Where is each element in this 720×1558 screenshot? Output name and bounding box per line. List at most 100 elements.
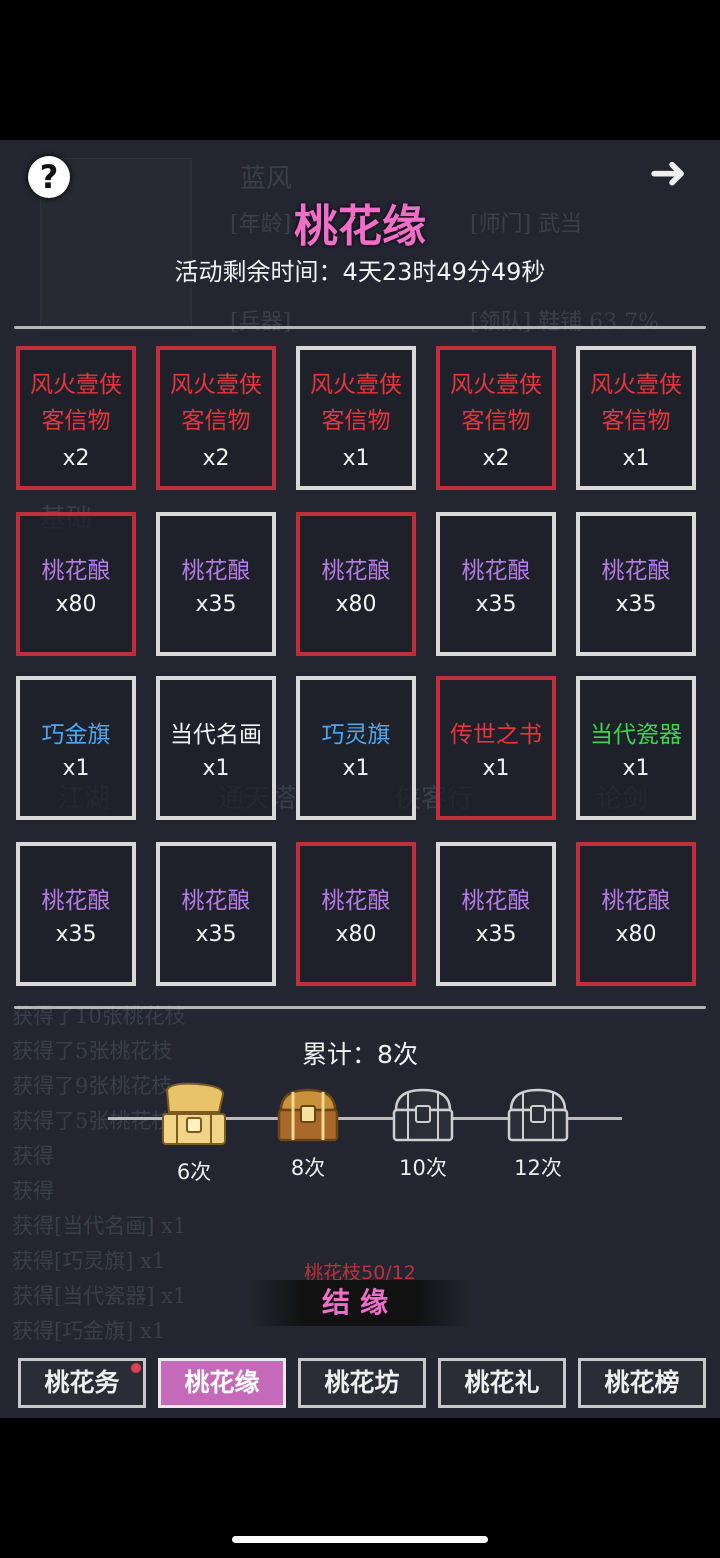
tab-2[interactable]: 桃花缘 xyxy=(158,1358,286,1408)
reward-name: 传世之书 xyxy=(450,722,542,748)
home-indicator[interactable] xyxy=(232,1536,488,1543)
reward-qty: x1 xyxy=(342,756,370,781)
reward-name: 客信物 xyxy=(601,408,671,434)
reward-name: 巧金旗 xyxy=(41,722,111,748)
reward-cell[interactable]: 风火壹侠客信物 x2 xyxy=(436,346,556,490)
reward-name: 客信物 xyxy=(461,408,531,434)
background-log-line: 获得 xyxy=(12,1144,54,1168)
tab-5[interactable]: 桃花榜 xyxy=(578,1358,706,1408)
reward-qty: x2 xyxy=(482,446,510,471)
treasure-chest-icon xyxy=(383,1082,463,1146)
reward-cell[interactable]: 桃花酿 x35 xyxy=(156,842,276,986)
reward-qty: x35 xyxy=(615,592,657,617)
reward-name: 当代瓷器 xyxy=(590,722,682,748)
reward-cell[interactable]: 桃花酿 x35 xyxy=(576,512,696,656)
reward-name: 桃花酿 xyxy=(461,558,531,584)
background-line: [领队] 鞋铺 63.7% xyxy=(470,310,660,335)
background-log-line: 获得了10张桃花枝 xyxy=(12,1004,186,1028)
reward-cell[interactable]: 桃花酿 x35 xyxy=(156,512,276,656)
milestone-label: 6次 xyxy=(176,1160,212,1184)
reward-cell[interactable]: 桃花酿 x35 xyxy=(436,842,556,986)
divider xyxy=(14,1006,706,1009)
close-button[interactable]: ➜ xyxy=(638,149,698,195)
reward-cell[interactable]: 传世之书 x1 xyxy=(436,676,556,820)
background-line: [兵器] xyxy=(230,310,292,335)
background-log-line: 获得了5张桃花枝 xyxy=(12,1109,173,1133)
reward-qty: x1 xyxy=(202,756,230,781)
page-title: 桃花缘 xyxy=(294,201,426,252)
timer-label: 活动剩余时间： xyxy=(174,258,343,286)
reward-qty: x35 xyxy=(475,592,517,617)
reward-qty: x1 xyxy=(342,446,370,471)
reward-qty: x80 xyxy=(335,922,377,947)
background-log-line: 获得[当代名画] x1 xyxy=(12,1214,187,1238)
reward-name: 桃花酿 xyxy=(181,558,251,584)
reward-name: 巧灵旗 xyxy=(321,722,391,748)
reward-name: 桃花酿 xyxy=(41,558,111,584)
timer-value: 4天23时49分49秒 xyxy=(342,258,546,286)
reward-name: 风火壹侠 xyxy=(310,372,402,398)
tab-1[interactable]: 桃花务 xyxy=(18,1358,146,1408)
reward-cell[interactable]: 风火壹侠客信物 x2 xyxy=(16,346,136,490)
reward-cell[interactable]: 桃花酿 x80 xyxy=(576,842,696,986)
reward-cell[interactable]: 当代名画 x1 xyxy=(156,676,276,820)
reward-cell[interactable]: 桃花酿 x35 xyxy=(16,842,136,986)
bond-button[interactable]: 结缘 xyxy=(250,1280,470,1326)
tab-label: 桃花坊 xyxy=(324,1368,400,1397)
notification-dot xyxy=(131,1363,141,1373)
reward-cell[interactable]: 桃花酿 x80 xyxy=(16,512,136,656)
reward-cell[interactable]: 桃花酿 x80 xyxy=(296,842,416,986)
reward-name: 风火壹侠 xyxy=(590,372,682,398)
reward-name: 风火壹侠 xyxy=(30,372,122,398)
reward-name: 桃花酿 xyxy=(321,558,391,584)
reward-cell[interactable]: 风火壹侠客信物 x2 xyxy=(156,346,276,490)
reward-qty: x35 xyxy=(195,592,237,617)
event-panel: 蓝风 [年龄] [师门] 武当 [兵器] [领队] 鞋铺 63.7% 基础 江湖… xyxy=(0,140,720,1418)
reward-qty: x1 xyxy=(622,756,650,781)
reward-qty: x35 xyxy=(475,922,517,947)
reward-name: 桃花酿 xyxy=(181,888,251,914)
reward-name: 风火壹侠 xyxy=(170,372,262,398)
tab-label: 桃花务 xyxy=(44,1368,120,1397)
reward-cell[interactable]: 桃花酿 x80 xyxy=(296,512,416,656)
tab-4[interactable]: 桃花礼 xyxy=(438,1358,566,1408)
treasure-chest-icon xyxy=(498,1082,578,1146)
background-log-line: 获得了9张桃花枝 xyxy=(12,1074,173,1098)
reward-qty: x35 xyxy=(55,922,97,947)
tab-label: 桃花榜 xyxy=(604,1368,680,1397)
reward-name: 客信物 xyxy=(41,408,111,434)
reward-cell[interactable]: 风火壹侠客信物 x1 xyxy=(296,346,416,490)
reward-qty: x80 xyxy=(55,592,97,617)
milestone-chest[interactable]: 8次 xyxy=(268,1082,348,1182)
tab-label: 桃花缘 xyxy=(184,1368,260,1397)
tab-bar: 桃花务 桃花缘 桃花坊 桃花礼 桃花榜 xyxy=(16,1358,708,1412)
reward-qty: x2 xyxy=(62,446,90,471)
reward-qty: x80 xyxy=(615,922,657,947)
reward-qty: x1 xyxy=(62,756,90,781)
reward-qty: x2 xyxy=(202,446,230,471)
milestone-label: 12次 xyxy=(514,1156,562,1180)
event-timer: 活动剩余时间：4天23时49分49秒 xyxy=(0,252,720,287)
reward-name: 桃花酿 xyxy=(41,888,111,914)
reward-qty: x1 xyxy=(622,446,650,471)
reward-cell[interactable]: 桃花酿 x35 xyxy=(436,512,556,656)
reward-qty: x35 xyxy=(195,922,237,947)
reward-cell[interactable]: 巧灵旗 x1 xyxy=(296,676,416,820)
reward-cell[interactable]: 巧金旗 x1 xyxy=(16,676,136,820)
reward-name: 客信物 xyxy=(181,408,251,434)
milestone-chest[interactable]: 12次 xyxy=(498,1082,578,1182)
milestone-chest[interactable]: 10次 xyxy=(383,1082,463,1182)
background-log-line: 获得 xyxy=(12,1179,54,1203)
reward-name: 客信物 xyxy=(321,408,391,434)
reward-name: 桃花酿 xyxy=(461,888,531,914)
background-log-line: 获得[巧金旗] x1 xyxy=(12,1319,166,1343)
reward-name: 当代名画 xyxy=(170,722,262,748)
reward-name: 风火壹侠 xyxy=(450,372,542,398)
reward-cell[interactable]: 当代瓷器 x1 xyxy=(576,676,696,820)
tab-3[interactable]: 桃花坊 xyxy=(298,1358,426,1408)
milestone-chest[interactable]: 6次 xyxy=(154,1082,234,1186)
reward-qty: x80 xyxy=(335,592,377,617)
tab-label: 桃花礼 xyxy=(464,1368,540,1397)
reward-qty: x1 xyxy=(482,756,510,781)
reward-cell[interactable]: 风火壹侠客信物 x1 xyxy=(576,346,696,490)
